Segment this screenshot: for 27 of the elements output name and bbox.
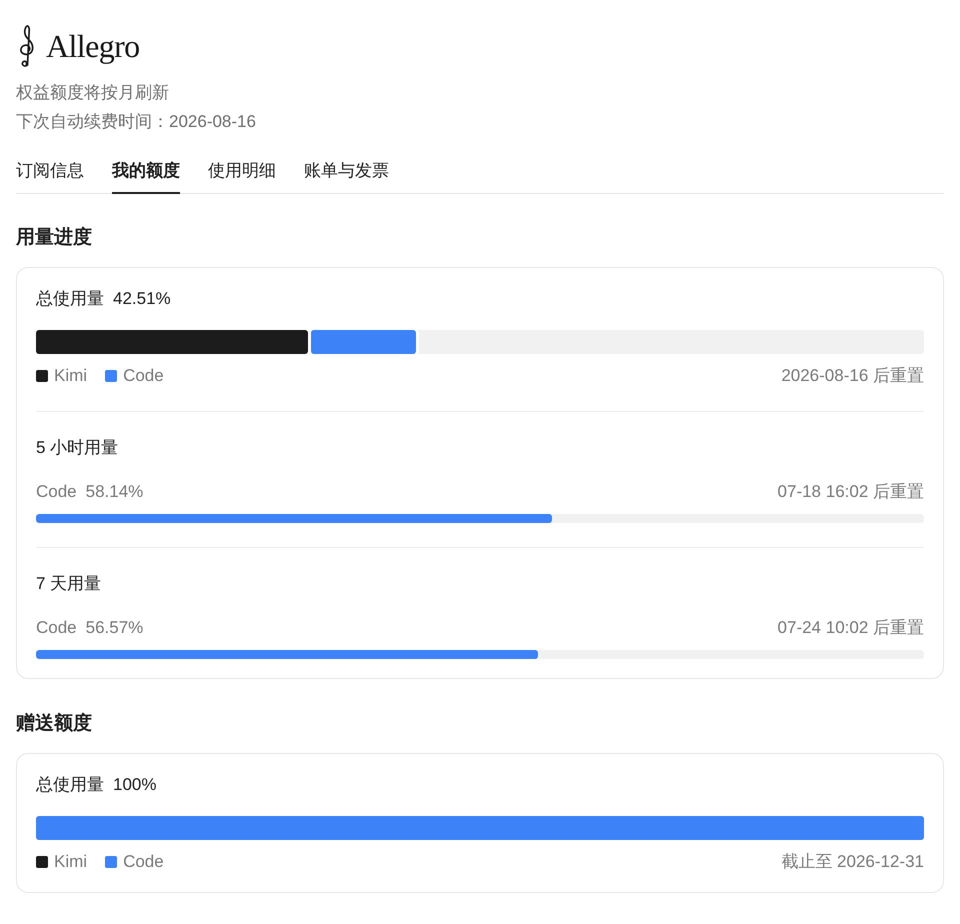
- usage-percent: 100%: [113, 774, 156, 796]
- usage-label: 总使用量: [36, 774, 104, 796]
- usage-percent: 58.14%: [86, 481, 144, 503]
- usage-percent: 56.57%: [86, 617, 144, 639]
- reset-date-text: 2026-08-16 后重置: [781, 365, 924, 387]
- legend-label: Code: [123, 851, 164, 873]
- usage-percent: 42.51%: [113, 288, 171, 310]
- usage-label: 总使用量: [36, 288, 104, 310]
- tab[interactable]: 账单与发票: [304, 160, 389, 194]
- tab[interactable]: 订阅信息: [16, 160, 84, 194]
- usage-label: Code: [36, 481, 77, 503]
- reset-date-text: 07-18 16:02 后重置: [778, 481, 924, 503]
- usage-label: Code: [36, 617, 77, 639]
- legend-label: Kimi: [54, 365, 88, 387]
- subscription-note: 权益额度将按月刷新: [16, 82, 170, 104]
- subscription-note: 下次自动续费时间：2026-08-16: [16, 111, 257, 133]
- section-heading: 用量进度: [16, 226, 93, 250]
- legend-label: Code: [123, 365, 164, 387]
- usage-period-title: 7 天用量: [36, 573, 102, 595]
- tab[interactable]: 使用明细: [208, 160, 276, 194]
- reset-date-text: 07-24 10:02 后重置: [778, 617, 924, 639]
- reset-date-text: 截止至 2026-12-31: [781, 851, 924, 873]
- tab[interactable]: 我的额度: [112, 160, 180, 194]
- brand-name: Allegro: [46, 27, 140, 66]
- section-heading: 赠送额度: [16, 712, 93, 736]
- legend-label: Kimi: [54, 851, 88, 873]
- usage-period-title: 5 小时用量: [36, 437, 120, 459]
